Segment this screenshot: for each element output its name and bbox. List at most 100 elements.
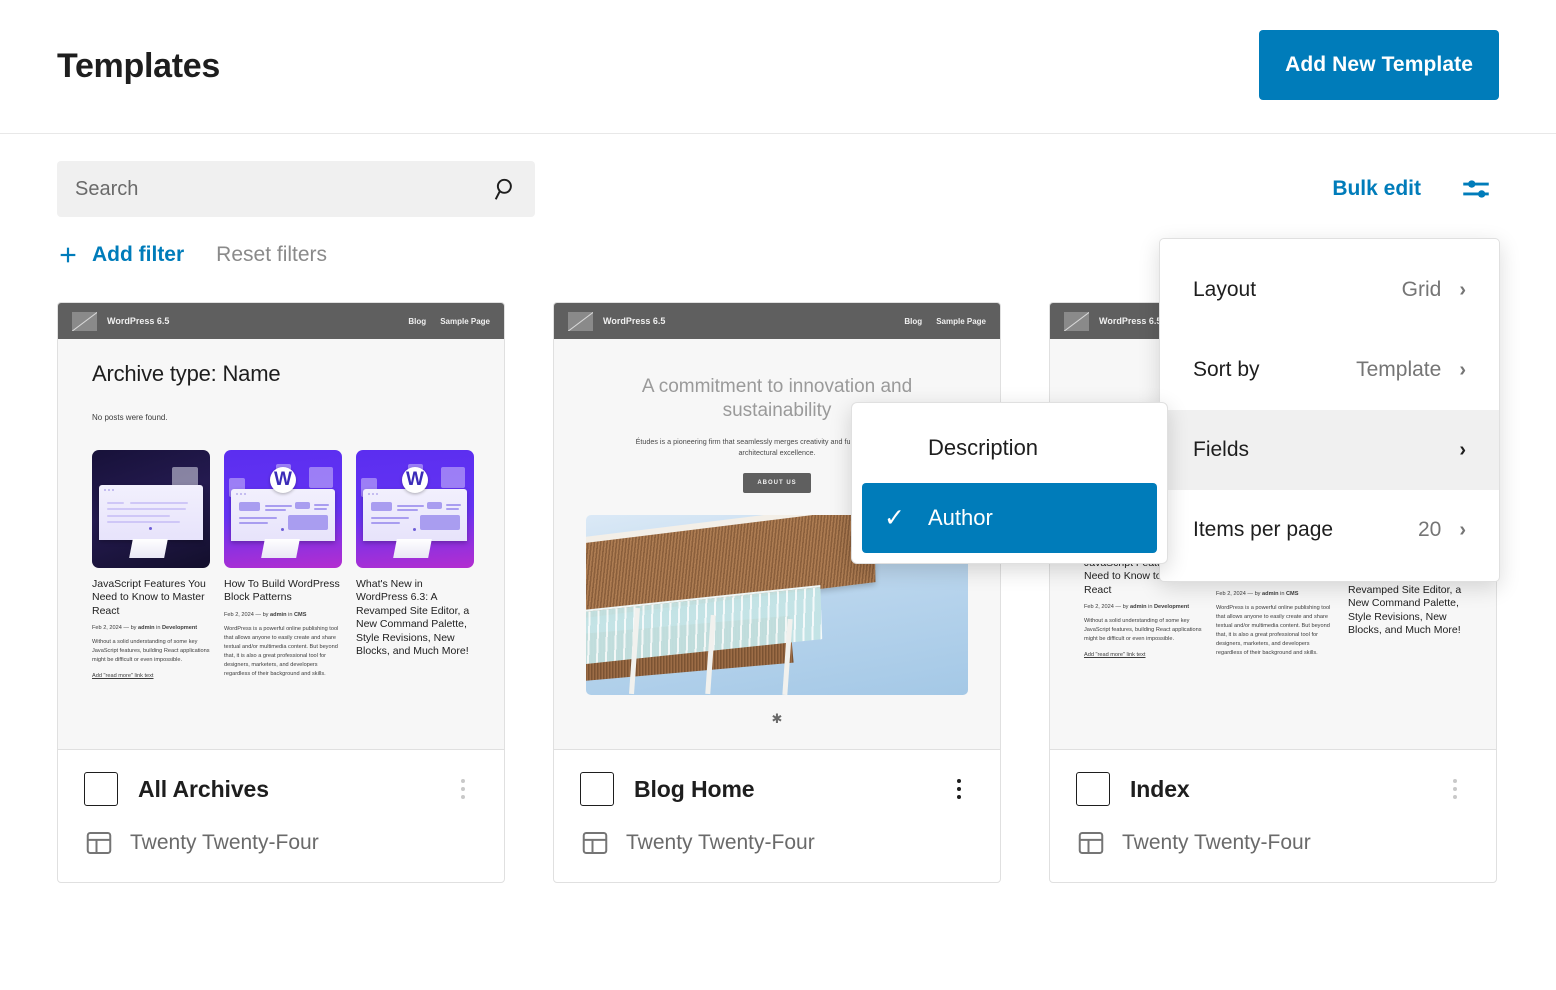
wordpress-logo-icon: W: [270, 466, 296, 493]
page-header: Templates Add New Template: [0, 0, 1556, 134]
search-input[interactable]: [57, 177, 535, 201]
template-card-title-row: Blog Home: [580, 772, 974, 806]
page-title: Templates: [57, 47, 220, 85]
post-in-label: in: [1148, 604, 1153, 611]
chevron-right-icon: ›: [1459, 439, 1466, 461]
post-category: Development: [1154, 604, 1190, 611]
template-card-title-row: Index: [1076, 772, 1470, 806]
template-preview: WordPress 6.5 Blog Sample Page Archive t…: [58, 303, 504, 750]
preview-post: JavaScript Features You Need to Know to …: [92, 450, 210, 679]
archive-no-posts: No posts were found.: [92, 413, 168, 422]
view-menu-item-sort-by[interactable]: Sort by Template ›: [1160, 330, 1499, 410]
reset-filters-button[interactable]: Reset filters: [216, 239, 327, 271]
template-name: Blog Home: [634, 775, 755, 802]
post-author: admin: [1262, 590, 1279, 597]
site-nav-blog: Blog: [904, 316, 923, 326]
view-menu-value: 20: [1417, 518, 1442, 541]
site-brand: WordPress 6.5: [603, 316, 666, 326]
archive-preview-body: Archive type: Name No posts were found.: [58, 339, 504, 679]
add-filter-label: Add filter: [92, 243, 185, 266]
view-menu-item-fields[interactable]: Fields ›: [1160, 410, 1499, 490]
post-by-label: by: [1254, 590, 1261, 597]
toolbar: Bulk edit: [0, 134, 1556, 217]
plus-icon: [57, 244, 79, 266]
fields-menu-item-description[interactable]: Description: [862, 413, 1157, 483]
template-theme-row: Twenty Twenty-Four: [1076, 828, 1470, 858]
post-author: admin: [1130, 604, 1147, 611]
template-name: All Archives: [138, 775, 269, 802]
template-icon: [580, 828, 610, 858]
site-brand: WordPress 6.5: [1099, 316, 1162, 326]
archive-heading: Archive type: Name: [92, 361, 281, 386]
post-in-label: in: [288, 611, 293, 618]
post-meta: Feb 2, 2024 — by admin in Development: [1084, 604, 1190, 611]
wordpress-logo-icon: W: [402, 466, 428, 493]
template-card-footer: Blog Home Twenty Twenty-Four: [554, 750, 1000, 882]
more-options-icon[interactable]: [944, 774, 974, 804]
preview-post: W: [224, 450, 342, 679]
post-category: CMS: [1286, 590, 1299, 597]
site-nav-sample-page: Sample Page: [440, 316, 490, 326]
post-thumbnail-icon: W: [224, 450, 342, 568]
site-nav-sample-page: Sample Page: [936, 316, 986, 326]
post-read-more: Add "read more" link text: [92, 673, 154, 680]
post-excerpt: Without a solid understanding of some ke…: [92, 639, 210, 664]
add-new-template-button[interactable]: Add New Template: [1259, 30, 1499, 100]
view-menu-label: Layout: [1193, 278, 1257, 301]
post-date: Feb 2, 2024: [92, 625, 122, 632]
template-icon: [84, 828, 114, 858]
site-logo-icon: [1064, 311, 1089, 331]
post-read-more: Add "read more" link text: [1084, 652, 1146, 659]
post-date: Feb 2, 2024: [224, 611, 254, 618]
post-title: How To Build WordPress Block Patterns: [224, 578, 340, 604]
post-category: Development: [162, 625, 198, 632]
more-options-icon[interactable]: [1440, 774, 1470, 804]
select-template-checkbox[interactable]: [580, 772, 614, 806]
more-options-icon[interactable]: [448, 774, 478, 804]
view-options-button[interactable]: [1453, 166, 1499, 212]
fields-menu-label: Description: [928, 435, 1039, 460]
post-category: CMS: [294, 611, 307, 618]
preview-post-grid: JavaScript Features You Need to Know to …: [92, 450, 474, 679]
view-menu-label: Sort by: [1193, 358, 1260, 381]
template-name: Index: [1130, 775, 1190, 802]
post-thumbnail-icon: W: [356, 450, 474, 568]
post-by-label: by: [130, 625, 137, 632]
search-field[interactable]: [57, 161, 535, 217]
sliders-icon: [1459, 180, 1493, 209]
template-card-title-row: All Archives: [84, 772, 478, 806]
select-template-checkbox[interactable]: [84, 772, 118, 806]
preview-asterisk: ✱: [771, 711, 783, 726]
post-excerpt: Without a solid understanding of some ke…: [1084, 618, 1202, 643]
site-nav: Blog Sample Page: [904, 317, 986, 326]
template-theme-name: Twenty Twenty-Four: [1122, 831, 1311, 854]
preview-post: W: [356, 450, 474, 679]
post-excerpt: WordPress is a powerful online publishin…: [224, 625, 339, 677]
post-thumbnail-icon: [92, 450, 210, 568]
post-in-label: in: [156, 625, 161, 632]
post-meta: Feb 2, 2024 — by admin in Development: [92, 625, 198, 632]
fields-submenu: Description ✓ Author: [851, 402, 1168, 564]
view-menu-label: Items per page: [1193, 518, 1334, 541]
post-excerpt: WordPress is a powerful online publishin…: [1216, 604, 1331, 656]
toolbar-right: Bulk edit: [1328, 161, 1499, 217]
template-card[interactable]: WordPress 6.5 Blog Sample Page A commitm…: [553, 302, 1001, 883]
site-logo-icon: [568, 311, 593, 331]
template-theme-row: Twenty Twenty-Four: [580, 828, 974, 858]
fields-menu-item-author[interactable]: ✓ Author: [862, 483, 1157, 553]
bulk-edit-button[interactable]: Bulk edit: [1328, 173, 1425, 205]
template-theme-name: Twenty Twenty-Four: [130, 831, 319, 854]
view-menu-value: Grid: [1401, 278, 1442, 301]
hero-about-us-button: ABOUT US: [743, 472, 811, 493]
post-by-label: by: [262, 611, 269, 618]
select-template-checkbox[interactable]: [1076, 772, 1110, 806]
template-card[interactable]: WordPress 6.5 Blog Sample Page Archive t…: [57, 302, 505, 883]
check-icon: ✓: [884, 503, 905, 532]
view-menu-item-items-per-page[interactable]: Items per page 20 ›: [1160, 490, 1499, 570]
view-menu-item-layout[interactable]: Layout Grid ›: [1160, 250, 1499, 330]
template-icon: [1076, 828, 1106, 858]
site-nav: Blog Sample Page: [408, 317, 490, 326]
post-title: What's New in WordPress 6.3: A Revamped …: [356, 578, 470, 658]
template-card-footer: All Archives Twenty Twenty-Four: [58, 750, 504, 882]
add-filter-button[interactable]: Add filter: [57, 239, 184, 271]
